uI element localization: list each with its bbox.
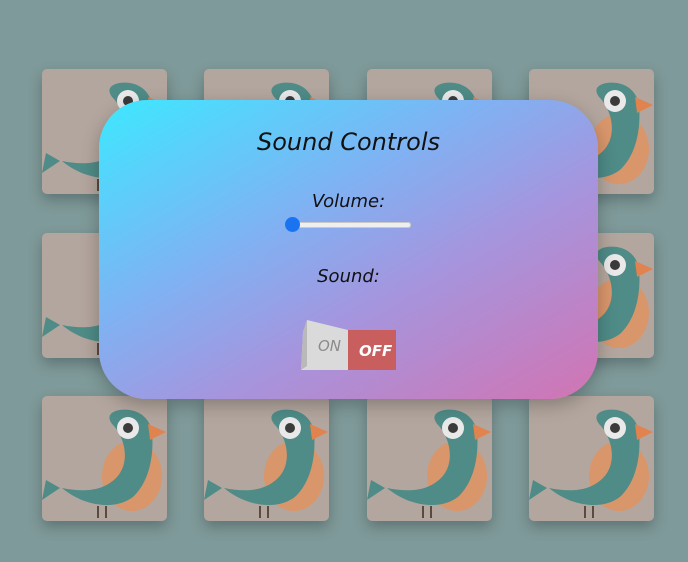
toggle-on-label[interactable]: ON — [318, 337, 341, 355]
panel-title: Sound Controls — [257, 128, 440, 156]
toggle-off-label[interactable]: OFF — [359, 342, 392, 360]
bird-icon — [529, 409, 653, 518]
memory-card[interactable] — [367, 396, 492, 521]
memory-card[interactable] — [204, 396, 329, 521]
sound-label: Sound: — [317, 266, 380, 287]
bird-icon — [367, 409, 491, 518]
sound-toggle[interactable]: ON OFF — [301, 320, 397, 372]
volume-slider-thumb[interactable] — [285, 217, 300, 232]
memory-card[interactable] — [42, 396, 167, 521]
volume-slider[interactable] — [285, 217, 411, 232]
sound-controls-panel: Sound Controls Volume: Sound: ON OFF — [99, 100, 598, 399]
bird-icon — [204, 409, 328, 518]
memory-card[interactable] — [529, 396, 654, 521]
volume-slider-track[interactable] — [285, 222, 411, 228]
toggle-on-edge — [301, 320, 307, 370]
bird-icon — [42, 409, 166, 518]
volume-label: Volume: — [311, 191, 386, 212]
